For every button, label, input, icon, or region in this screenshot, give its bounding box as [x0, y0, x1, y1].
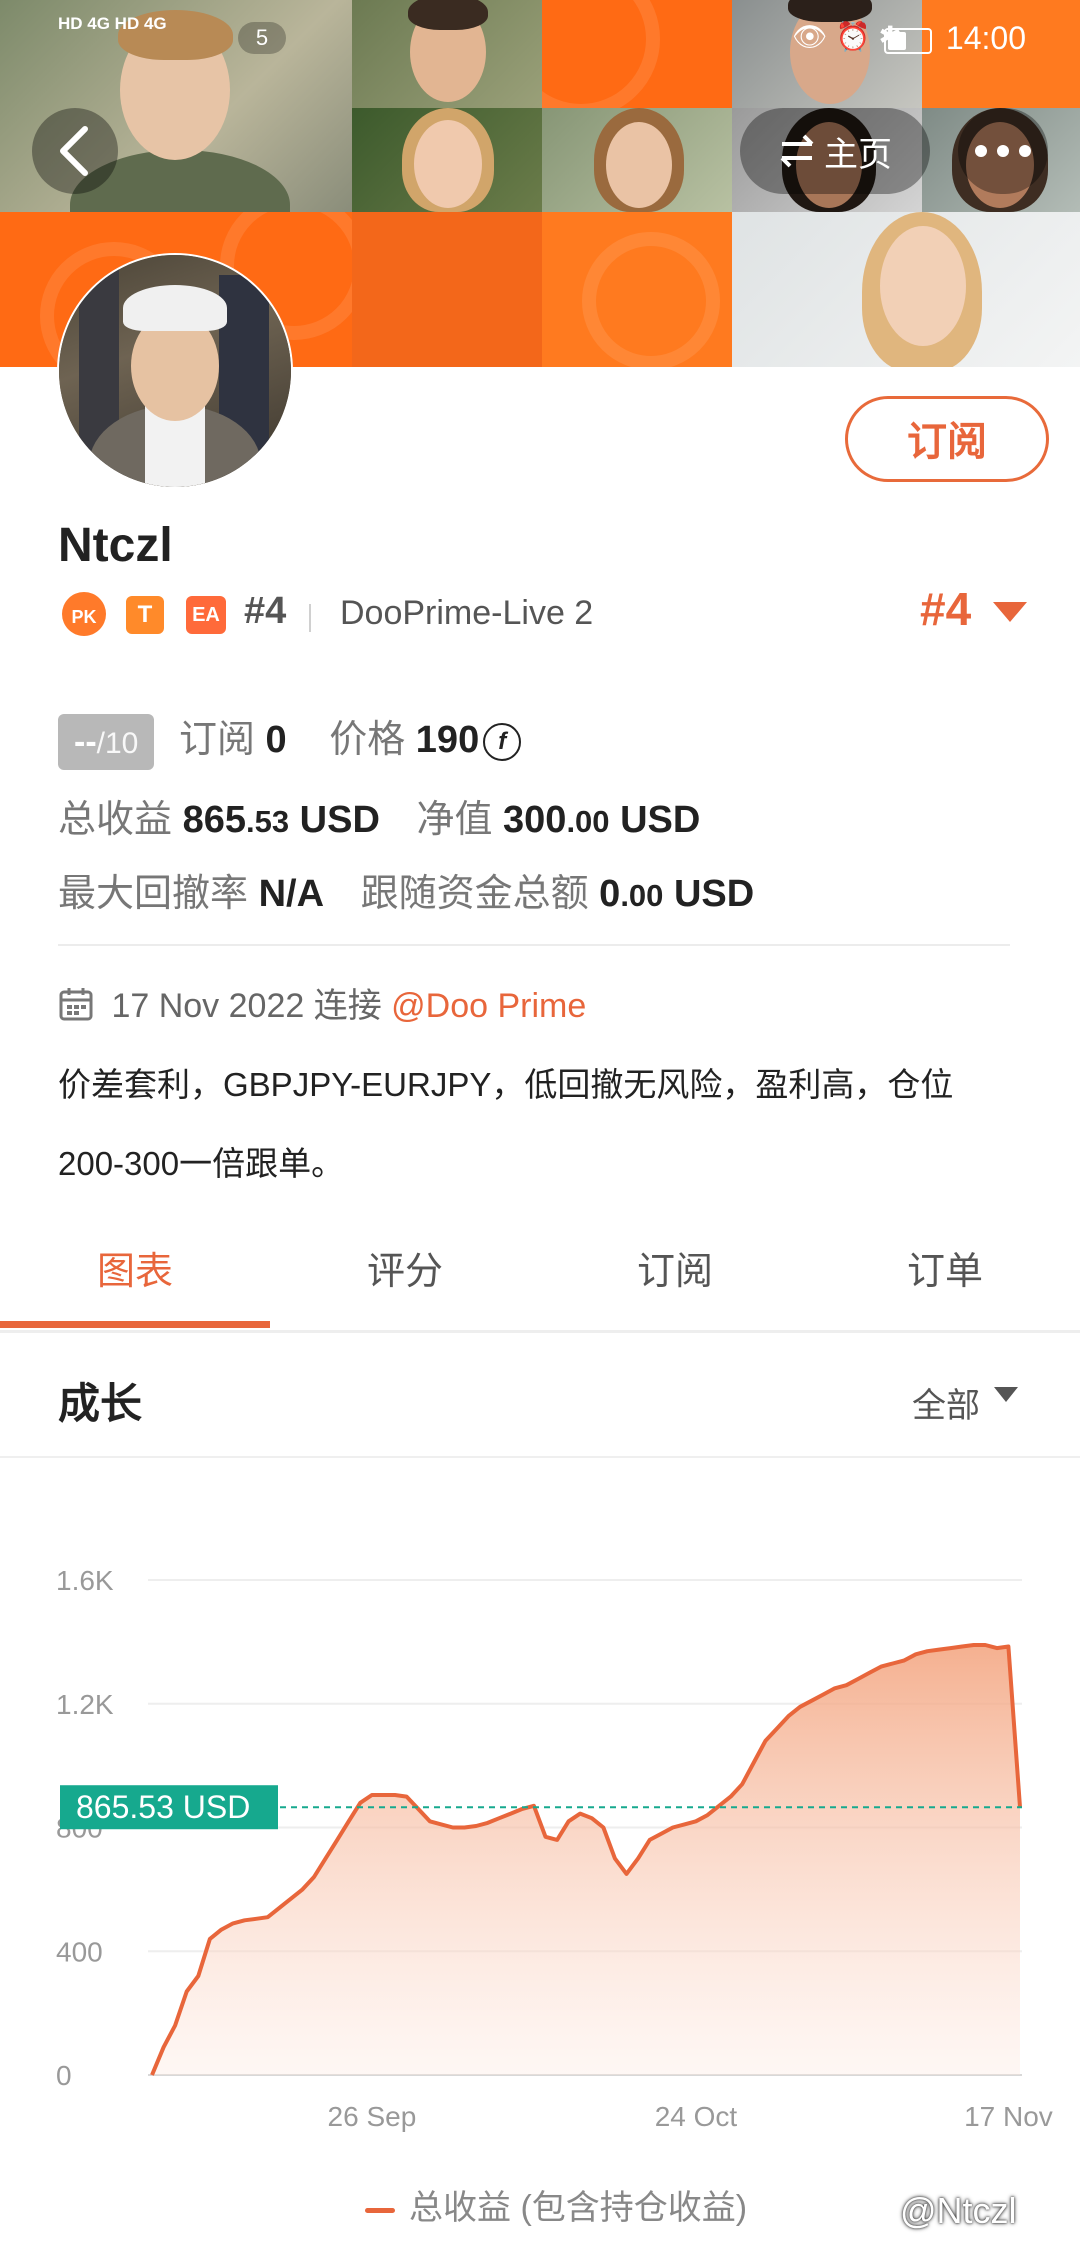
legend-swatch [365, 2207, 395, 2213]
swap-icon [780, 134, 814, 168]
alarm-icon: ⏰ [835, 21, 879, 52]
x-axis-labels: 26 Sep 24 Oct 17 Nov [328, 2101, 1053, 2132]
tab-ratings[interactable]: 评分 [270, 1230, 540, 1330]
x-tick-label: 26 Sep [328, 2101, 417, 2132]
total-profit-unit: USD [299, 799, 380, 841]
growth-chart[interactable]: 04008001.2K1.6K 865.53 USD 26 Sep24 Oct1… [0, 1460, 1080, 2244]
legend-label: 总收益 (包含持仓收益) [409, 2189, 748, 2227]
current-value-badge: 865.53 USD [60, 1785, 278, 1830]
t-badge: T [126, 596, 164, 634]
home-button[interactable]: 主页 [740, 108, 930, 194]
description-line: 价差套利，GBPJPY-EURJPY，低回撤无风险，盈利高，仓位 [58, 1066, 954, 1103]
server-name: DooPrime-Live 2 [340, 594, 594, 632]
strategy-description: 价差套利，GBPJPY-EURJPY，低回撤无风险，盈利高，仓位 200-300… [58, 1045, 1018, 1203]
subscribers-label: 订阅 [178, 719, 255, 761]
tab-bar: 图表 评分 订阅 订单 [0, 1230, 1080, 1333]
ea-badge: EA [186, 596, 226, 634]
subscribe-button[interactable]: 订阅 [845, 396, 1049, 482]
range-dropdown[interactable]: 全部 [912, 1378, 980, 1427]
tab-orders[interactable]: 订单 [810, 1230, 1080, 1330]
equity-label: 净值 [416, 799, 493, 841]
equity-unit: USD [620, 799, 701, 841]
back-button[interactable] [32, 108, 118, 194]
rank-dropdown[interactable]: #4 [920, 582, 971, 636]
coin-icon: f [483, 723, 522, 761]
caret-down-icon[interactable] [993, 602, 1027, 622]
status-bar: HD 4G HD 4G 5 👁⏰✱ 14:00 [0, 0, 1080, 80]
description-line: 200-300一倍跟单。 [58, 1145, 345, 1182]
subscribers-value: 0 [265, 719, 287, 761]
rating-box: --/10 [58, 713, 155, 770]
notification-count-badge: 5 [238, 22, 286, 54]
drawdown-row: 最大回撤率 N/A 跟随资金总额 0.00 USD [58, 862, 754, 917]
y-tick-label: 1.6K [56, 1565, 114, 1596]
y-tick-label: 1.2K [56, 1689, 114, 1720]
follow-funds-label: 跟随资金总额 [360, 873, 589, 915]
divider [58, 944, 1010, 946]
watermark: @Ntczl [900, 2190, 1017, 2231]
banner-tile-orange [352, 212, 542, 367]
connected-date: 17 Nov 2022 [111, 987, 305, 1025]
status-time: 14:00 [945, 20, 1026, 56]
username: Ntczl [58, 519, 173, 572]
rating-row: --/10 订阅 0 价格 190 f [58, 708, 522, 770]
follow-funds-int: 0 [599, 873, 621, 915]
profit-row: 总收益 865.53 USD 净值 300.00 USD [58, 788, 700, 843]
connected-label: 连接 [313, 987, 382, 1025]
follow-funds-dec: .00 [620, 878, 664, 913]
separator [309, 604, 311, 632]
rank-label: #4 [244, 590, 287, 632]
total-profit-dec: .53 [245, 804, 290, 839]
follow-funds-unit: USD [673, 873, 755, 915]
equity-int: 300 [503, 799, 567, 841]
y-tick-label: 0 [56, 2060, 72, 2091]
tab-chart[interactable]: 图表 [0, 1230, 270, 1330]
banner-photo-woman5 [732, 212, 1080, 367]
calendar-icon [59, 988, 93, 1021]
home-button-label: 主页 [824, 135, 892, 174]
banner-photo-woman [352, 108, 542, 212]
more-dots-icon [975, 145, 1031, 157]
pk-badge-icon: PK [62, 592, 106, 636]
more-button[interactable] [958, 108, 1048, 194]
current-value-text: 865.53 USD [76, 1789, 250, 1825]
total-profit-int: 865 [182, 799, 246, 841]
max-drawdown-label: 最大回撤率 [58, 873, 249, 915]
y-tick-label: 400 [56, 1936, 103, 1967]
battery-icon [884, 28, 932, 54]
pk-badge-label: PK [71, 607, 97, 627]
caret-down-icon[interactable] [994, 1387, 1018, 1402]
connection-row: 17 Nov 2022 连接 @Doo Prime [58, 978, 586, 1027]
section-title: 成长 [58, 1380, 143, 1427]
equity-dec: .00 [566, 804, 610, 839]
banner-tile-orange [542, 212, 732, 367]
rating-value: -- [74, 722, 97, 761]
active-tab-indicator [0, 1321, 270, 1328]
chevron-left-icon [60, 126, 88, 176]
banner-photo-woman2 [542, 108, 732, 212]
tab-subscriptions[interactable]: 订阅 [540, 1230, 810, 1330]
rating-max: /10 [96, 726, 139, 760]
broker-link[interactable]: @Doo Prime [391, 987, 586, 1025]
divider [0, 1456, 1080, 1458]
price-label: 价格 [329, 719, 406, 761]
price-value: 190 [415, 719, 480, 761]
avatar[interactable] [57, 253, 293, 489]
total-profit-label: 总收益 [58, 799, 173, 841]
eye-icon: 👁 [792, 21, 836, 52]
growth-area [152, 1645, 1020, 2075]
max-drawdown-value: N/A [258, 873, 325, 915]
chart-legend: 总收益 (包含持仓收益) [365, 2180, 747, 2229]
x-tick-label: 24 Oct [655, 2101, 738, 2132]
x-tick-label: 17 Nov [964, 2101, 1053, 2132]
network-indicator: HD 4G HD 4G [58, 14, 167, 33]
